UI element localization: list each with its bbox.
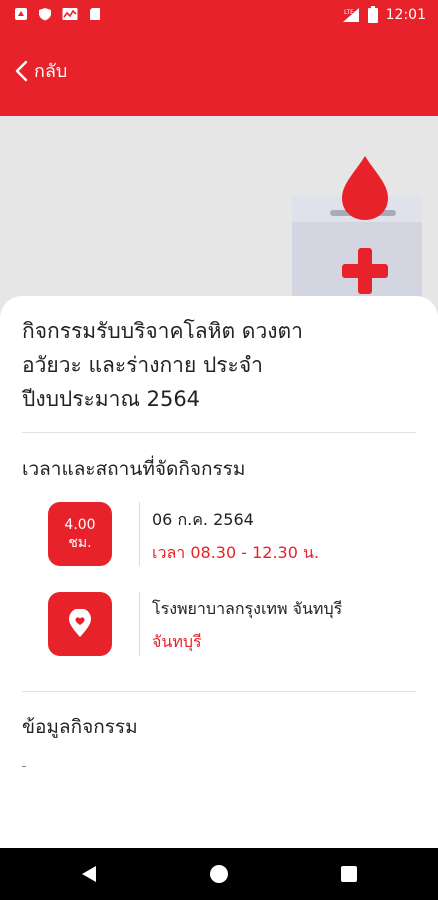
location-name[interactable]: โรงพยาบาลกรุงเทพ จันทบุรี bbox=[152, 597, 342, 622]
divider-vertical bbox=[139, 502, 140, 566]
chart-icon bbox=[62, 8, 78, 20]
app-bar: กลับ bbox=[0, 32, 438, 116]
activity-title-line-2: อวัยวะ และร่างกาย ประจำ bbox=[22, 353, 263, 377]
activity-title: กิจกรรมรับบริจาคโลหิต ดวงตา อวัยวะ และร่… bbox=[22, 314, 414, 416]
duration-value: 4.00 bbox=[64, 517, 96, 533]
status-time: 12:01 bbox=[385, 6, 426, 23]
back-triangle-icon[interactable] bbox=[80, 864, 98, 884]
duration-unit: ชม. bbox=[68, 535, 92, 551]
blood-drop-icon bbox=[342, 156, 388, 220]
info-body: - bbox=[22, 766, 26, 767]
divider bbox=[22, 691, 416, 692]
location-badge[interactable] bbox=[48, 592, 112, 656]
duration-badge: 4.00 ชม. bbox=[48, 502, 112, 566]
svg-text:LTE: LTE bbox=[344, 9, 354, 16]
blood-donation-box-illustration bbox=[292, 156, 422, 316]
event-date: 06 ก.ค. 2564 bbox=[152, 510, 254, 529]
home-circle-icon[interactable] bbox=[209, 864, 229, 884]
sdcard-icon bbox=[90, 8, 100, 20]
divider-vertical bbox=[139, 592, 140, 656]
recents-square-icon[interactable] bbox=[340, 865, 358, 883]
activity-title-line-3: ปีงบประมาณ 2564 bbox=[22, 387, 201, 411]
activity-title-line-1: กิจกรรมรับบริจาคโลหิต ดวงตา bbox=[22, 319, 303, 343]
map-pin-icon bbox=[69, 609, 91, 637]
notification-icon bbox=[15, 8, 27, 20]
navigation-bar bbox=[0, 848, 438, 900]
battery-icon bbox=[367, 6, 378, 23]
divider bbox=[22, 432, 416, 433]
schedule-heading: เวลาและสถานที่จัดกิจกรรม bbox=[22, 458, 246, 480]
shield-icon bbox=[39, 8, 51, 21]
location-province: จันทบุรี bbox=[152, 632, 202, 651]
chevron-left-icon bbox=[15, 60, 28, 81]
event-time: เวลา 08.30 - 12.30 น. bbox=[152, 543, 319, 562]
status-icons-right: LTE 12:01 bbox=[342, 6, 426, 23]
hero-image bbox=[0, 116, 438, 316]
info-heading: ข้อมูลกิจกรรม bbox=[22, 716, 138, 738]
back-label: กลับ bbox=[34, 61, 68, 82]
status-bar: LTE 12:01 bbox=[0, 0, 438, 32]
status-icons-left bbox=[14, 7, 102, 21]
signal-icon: LTE bbox=[342, 7, 359, 22]
activity-card: กิจกรรมรับบริจาคโลหิต ดวงตา อวัยวะ และร่… bbox=[0, 296, 438, 848]
back-button[interactable]: กลับ bbox=[14, 56, 67, 85]
